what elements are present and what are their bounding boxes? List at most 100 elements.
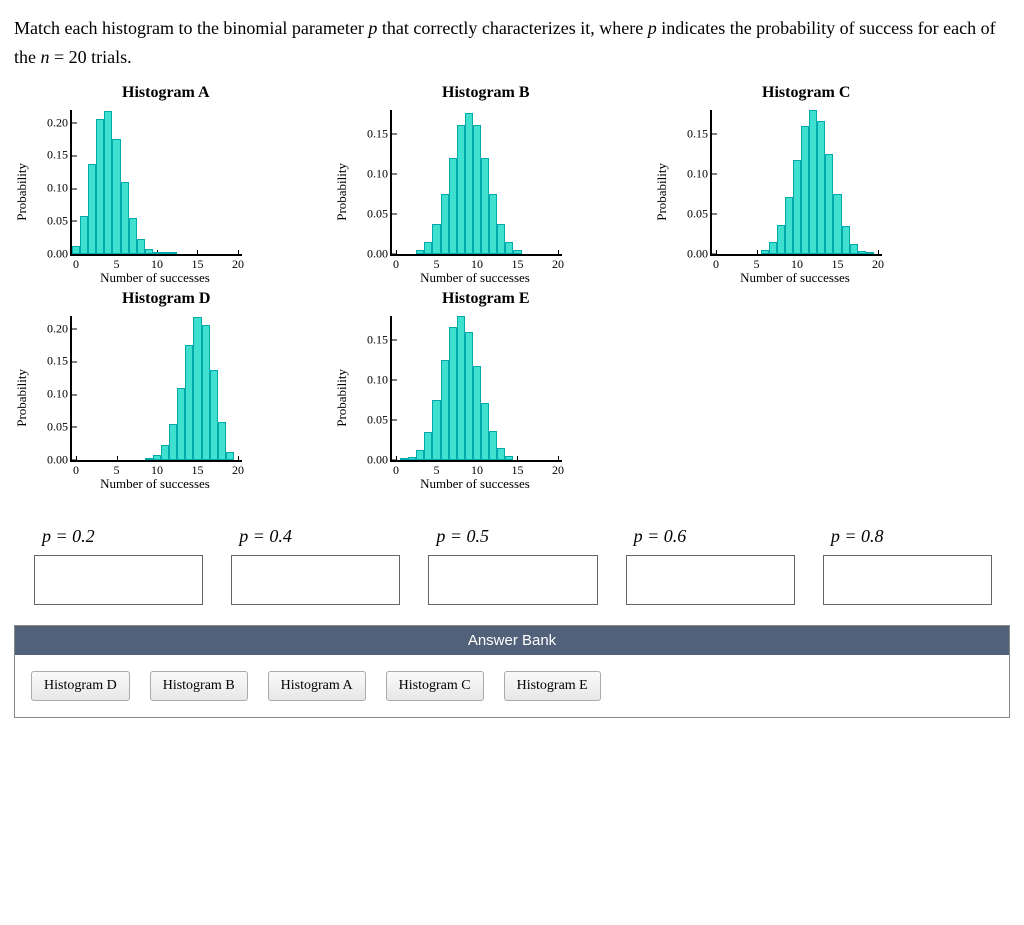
bar (408, 457, 416, 459)
bank-item[interactable]: Histogram E (504, 671, 601, 701)
histogram-title: Histogram E (334, 290, 654, 308)
bar (80, 216, 88, 254)
x-axis-label: Number of successes (70, 270, 240, 286)
bar (400, 458, 408, 460)
y-tick: 0.00 (367, 246, 392, 261)
histogram-title: Histogram B (334, 84, 654, 102)
bar (505, 242, 513, 253)
bar (481, 403, 489, 460)
y-tick: 0.05 (367, 206, 392, 221)
y-axis-label: Probability (334, 369, 350, 427)
bar (185, 345, 193, 459)
bar (161, 445, 169, 460)
bar (489, 194, 497, 253)
dropzone-box[interactable] (626, 555, 795, 605)
bar (424, 242, 432, 253)
bar (72, 246, 80, 254)
y-tick: 0.15 (367, 332, 392, 347)
y-axis-label: Probability (334, 163, 350, 221)
bar (801, 126, 809, 254)
histogram-title: Histogram D (14, 290, 334, 308)
bar (465, 332, 473, 460)
dropzone-box[interactable] (823, 555, 992, 605)
bar (226, 452, 234, 460)
bar (497, 448, 505, 460)
bank-item[interactable]: Histogram C (386, 671, 484, 701)
y-axis-label: Probability (14, 163, 30, 221)
bar (497, 224, 505, 253)
bar (793, 160, 801, 254)
bar (169, 424, 177, 460)
bar (489, 431, 497, 459)
y-tick: 0.10 (47, 181, 72, 196)
dropzone-box[interactable] (231, 555, 400, 605)
y-tick: 0.00 (367, 452, 392, 467)
y-tick: 0.15 (687, 126, 712, 141)
dropzone-label: p = 0.2 (34, 526, 95, 547)
y-tick: 0.00 (47, 452, 72, 467)
answer-bank-header: Answer Bank (15, 626, 1009, 655)
bar (449, 327, 457, 460)
y-tick: 0.15 (47, 354, 72, 369)
dropzone-3: p = 0.6 (626, 526, 793, 605)
bar (785, 197, 793, 254)
bar (457, 125, 465, 253)
bar (210, 370, 218, 460)
y-tick: 0.05 (367, 412, 392, 427)
bar (96, 119, 104, 253)
y-tick: 0.20 (47, 321, 72, 336)
bar (513, 250, 521, 253)
bar (505, 456, 513, 460)
bar (218, 422, 226, 460)
bar (842, 226, 850, 254)
bar (473, 366, 481, 460)
x-axis-label: Number of successes (710, 270, 880, 286)
bar (761, 250, 769, 254)
y-tick: 0.20 (47, 115, 72, 130)
y-tick: 0.05 (47, 213, 72, 228)
bar (481, 158, 489, 254)
bar (121, 182, 129, 253)
histogram-A: Histogram AProbability0.000.050.100.150.… (14, 84, 334, 282)
bar (104, 111, 112, 254)
bar (137, 239, 145, 254)
bar (145, 458, 153, 460)
bar (161, 252, 169, 254)
y-tick: 0.05 (687, 206, 712, 221)
histogram-title: Histogram A (14, 84, 334, 102)
bank-item[interactable]: Histogram B (150, 671, 248, 701)
x-axis-label: Number of successes (390, 476, 560, 492)
histogram-C: Histogram CProbability0.000.050.100.1505… (654, 84, 974, 282)
y-tick: 0.05 (47, 419, 72, 434)
bar (449, 158, 457, 254)
bar (441, 360, 449, 460)
bar (424, 432, 432, 460)
bank-item[interactable]: Histogram D (31, 671, 130, 701)
bar (145, 249, 153, 254)
bar (153, 252, 161, 254)
answer-bank: Answer Bank Histogram D Histogram B Histog… (14, 625, 1010, 718)
bar (809, 110, 817, 254)
dropzone-box[interactable] (428, 555, 597, 605)
bar (432, 224, 440, 253)
bar (129, 218, 137, 254)
x-axis-label: Number of successes (390, 270, 560, 286)
y-tick: 0.15 (367, 126, 392, 141)
y-tick: 0.15 (47, 148, 72, 163)
bar (441, 194, 449, 253)
bar (432, 400, 440, 460)
bar (850, 244, 858, 254)
y-tick: 0.10 (687, 166, 712, 181)
bar (777, 225, 785, 253)
y-tick: 0.10 (367, 372, 392, 387)
bar (416, 450, 424, 460)
dropzone-label: p = 0.6 (626, 526, 687, 547)
bank-item[interactable]: Histogram A (268, 671, 366, 701)
bar (169, 252, 177, 254)
dropzone-box[interactable] (34, 555, 203, 605)
y-axis-label: Probability (14, 369, 30, 427)
question-text: Match each histogram to the binomial par… (14, 14, 1010, 72)
bar (153, 455, 161, 460)
y-tick: 0.10 (367, 166, 392, 181)
histogram-grid: Histogram A Probability 0.00 0.05 0.10 0.15 0.… (14, 84, 1010, 496)
